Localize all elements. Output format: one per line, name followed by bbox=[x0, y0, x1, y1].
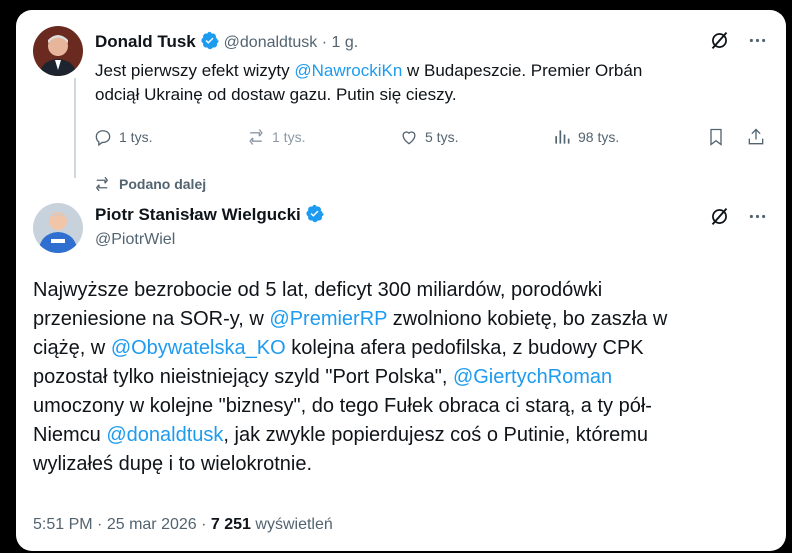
date[interactable]: 25 mar 2026 bbox=[107, 516, 197, 533]
like-button[interactable]: 5 tys. bbox=[399, 127, 458, 147]
repost-indicator[interactable]: Podano dalej bbox=[93, 175, 206, 193]
timestamp[interactable]: 5:51 PM bbox=[33, 516, 93, 533]
mention-link[interactable]: @NawrockiKn bbox=[294, 61, 402, 80]
tweet-text: Najwyższe bezrobocie od 5 lat, deficyt 3… bbox=[33, 279, 668, 475]
views-button[interactable]: 98 tys. bbox=[552, 127, 619, 147]
repost-icon bbox=[249, 129, 263, 145]
mention-link[interactable]: @Obywatelska_KO bbox=[111, 337, 286, 359]
share-icon bbox=[748, 128, 764, 145]
tweet-text: Jest pierwszy efekt wizyty @NawrockiKn w… bbox=[95, 61, 643, 104]
bookmark-button[interactable] bbox=[706, 127, 726, 147]
grok-icon[interactable] bbox=[709, 30, 730, 56]
grok-icon[interactable] bbox=[709, 206, 730, 232]
bookmark-icon bbox=[710, 128, 722, 146]
reply-icon bbox=[95, 130, 111, 147]
views-count: 7 251 bbox=[210, 516, 251, 533]
repost-button[interactable]: 1 tys. bbox=[246, 127, 305, 147]
more-icon[interactable] bbox=[747, 30, 768, 56]
author-handle[interactable]: @donaldtusk bbox=[224, 34, 318, 51]
reply-button[interactable]: 1 tys. bbox=[93, 127, 152, 147]
views-label: wyświetleń bbox=[255, 516, 333, 533]
verified-badge-icon bbox=[200, 31, 219, 50]
avatar-donald-tusk[interactable] bbox=[33, 26, 83, 76]
thread-connector bbox=[74, 78, 76, 178]
share-button[interactable] bbox=[746, 127, 766, 147]
timestamp[interactable]: 1 g. bbox=[332, 34, 359, 51]
mention-link[interactable]: @donaldtusk bbox=[106, 424, 223, 446]
tweet-metadata: 5:51 PM · 25 mar 2026 · 7 251 wyświetleń bbox=[33, 516, 333, 533]
more-icon[interactable] bbox=[747, 206, 768, 232]
mention-link[interactable]: @PremierRP bbox=[269, 308, 387, 330]
tweet-card: Donald Tusk @donaldtusk · 1 g. Jest pier… bbox=[16, 10, 786, 551]
author-handle[interactable]: @PiotrWiel bbox=[95, 231, 175, 249]
separator-dot: · bbox=[321, 34, 328, 51]
mention-link[interactable]: @GiertychRoman bbox=[453, 366, 612, 388]
like-icon bbox=[402, 131, 416, 145]
avatar-piotr-wielgucki[interactable] bbox=[33, 203, 83, 253]
author-name[interactable]: Piotr Stanisław Wielgucki bbox=[95, 205, 301, 224]
author-name[interactable]: Donald Tusk bbox=[95, 32, 196, 51]
repost-icon bbox=[95, 176, 109, 192]
verified-badge-icon bbox=[305, 204, 324, 223]
views-icon bbox=[555, 130, 570, 144]
